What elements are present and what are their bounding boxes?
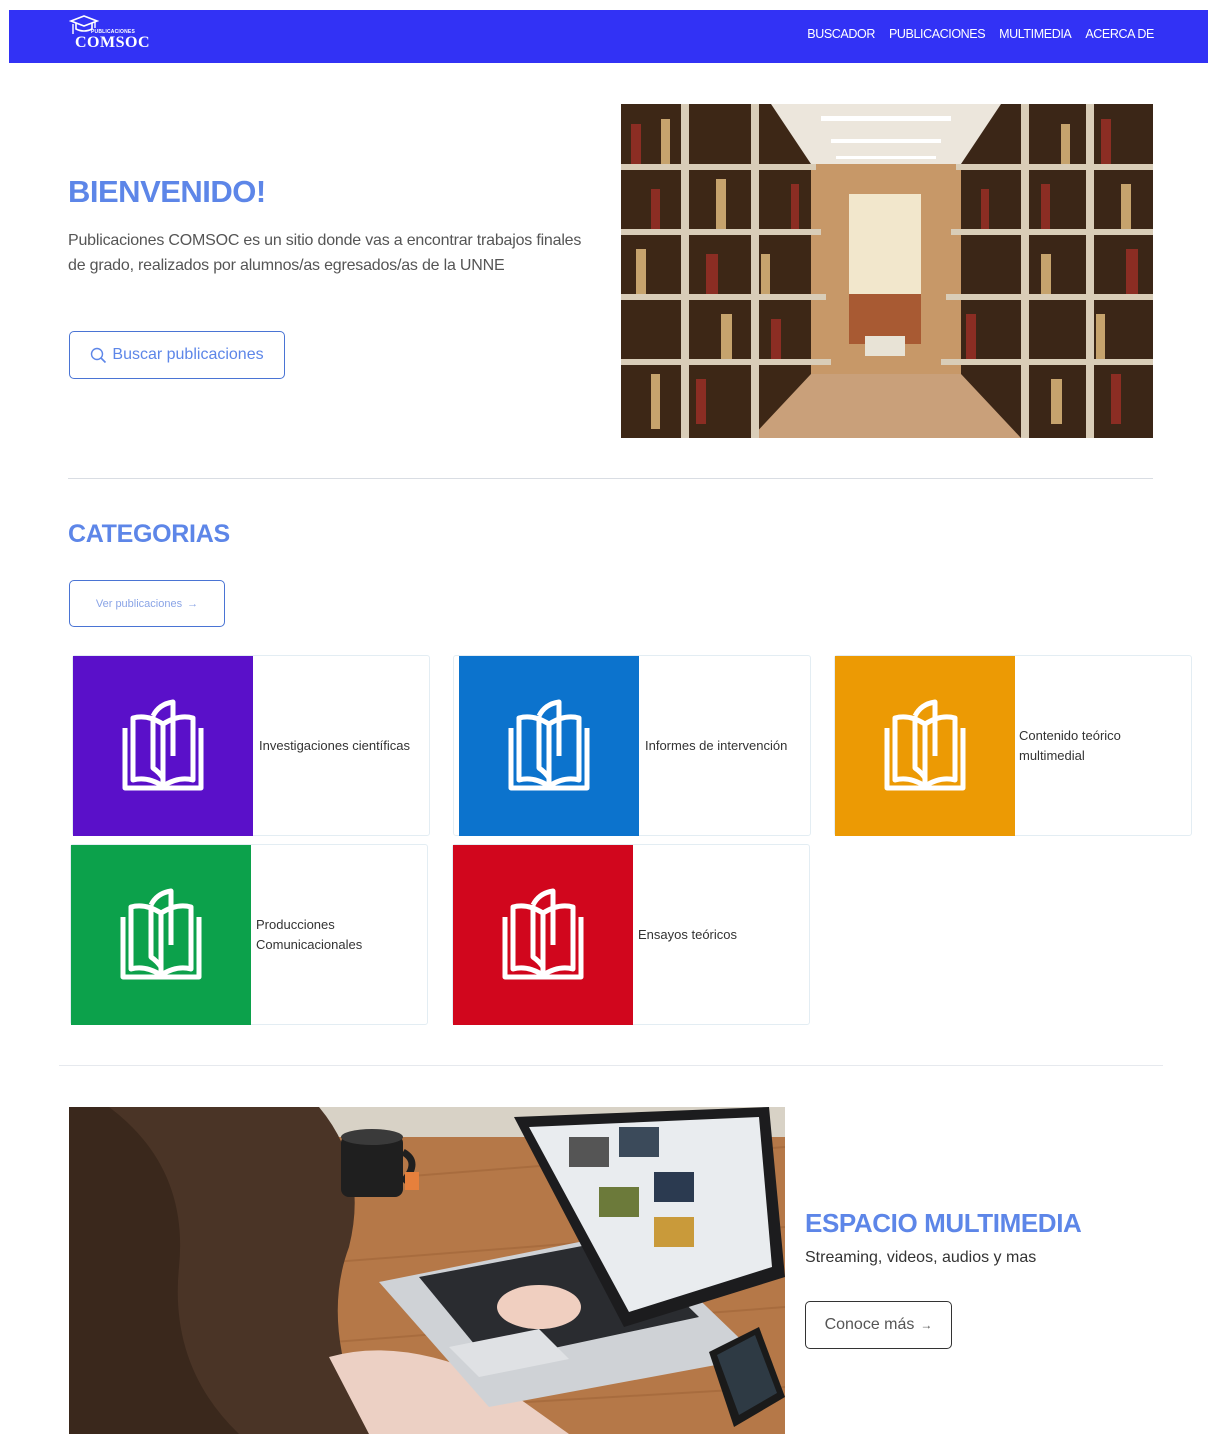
- view-publications-button[interactable]: Ver publicaciones →: [69, 580, 225, 627]
- arrow-right-icon: →: [187, 597, 199, 610]
- book-icon: [502, 888, 584, 980]
- section-divider: [59, 1065, 1163, 1066]
- nav-publicaciones[interactable]: PUBLICACIONES: [889, 27, 986, 41]
- category-card-ensayos[interactable]: Ensayos teóricos: [452, 844, 810, 1025]
- section-divider: [68, 478, 1153, 479]
- search-icon: [91, 347, 107, 363]
- site-logo[interactable]: PUBLICACIONES COMSOC: [69, 14, 179, 58]
- category-swatch: [459, 656, 639, 836]
- nav-buscador[interactable]: BUSCADOR: [807, 27, 875, 41]
- hero-title: BIENVENIDO!: [68, 174, 266, 209]
- top-navbar: PUBLICACIONES COMSOC BUSCADOR PUBLICACIO…: [9, 10, 1208, 63]
- category-swatch: [453, 845, 633, 1025]
- library-shelves-image: [621, 104, 1153, 438]
- category-label: Contenido teórico multimedial: [1019, 727, 1121, 763]
- categories-title: CATEGORIAS: [68, 520, 230, 548]
- view-publications-label: Ver publicaciones: [95, 597, 183, 610]
- multimedia-title: ESPACIO MULTIMEDIA: [805, 1208, 1082, 1238]
- category-swatch: [835, 656, 1015, 836]
- multimedia-subtitle: Streaming, videos, audios y mas: [805, 1249, 1037, 1266]
- search-publications-button[interactable]: Buscar publicaciones: [69, 331, 285, 379]
- nav-acerca-de[interactable]: ACERCA DE: [1085, 27, 1154, 41]
- category-card-producciones[interactable]: Producciones Comunicacionales: [70, 844, 428, 1025]
- category-card-contenido[interactable]: Contenido teórico multimedial: [834, 655, 1192, 836]
- nav-multimedia[interactable]: MULTIMEDIA: [999, 27, 1072, 41]
- category-label: Producciones Comunicacionales: [256, 916, 363, 952]
- category-label: Ensayos teóricos: [638, 926, 737, 942]
- book-icon: [122, 699, 204, 791]
- category-card-investigaciones[interactable]: Investigaciones científicas: [72, 655, 430, 836]
- category-label: Investigaciones científicas: [259, 737, 411, 753]
- learn-more-label: Conoce más: [824, 1316, 915, 1333]
- category-label: Informes de intervención: [645, 737, 788, 753]
- category-swatch: [71, 845, 251, 1025]
- category-card-informes[interactable]: Informes de intervención: [453, 655, 811, 836]
- arrow-right-icon: →: [920, 1318, 933, 1332]
- book-icon: [508, 699, 590, 791]
- laptop-desk-image: [69, 1107, 785, 1434]
- book-icon: [120, 888, 202, 980]
- category-swatch: [73, 656, 253, 836]
- logo-big-text: COMSOC: [75, 34, 150, 51]
- hero-description: Publicaciones COMSOC es un sitio donde v…: [68, 232, 582, 274]
- search-publications-label: Buscar publicaciones: [112, 346, 264, 363]
- main-nav: BUSCADOR PUBLICACIONES MULTIMEDIA ACERCA…: [807, 27, 1154, 41]
- learn-more-button[interactable]: Conoce más →: [805, 1301, 952, 1349]
- book-icon: [884, 699, 966, 791]
